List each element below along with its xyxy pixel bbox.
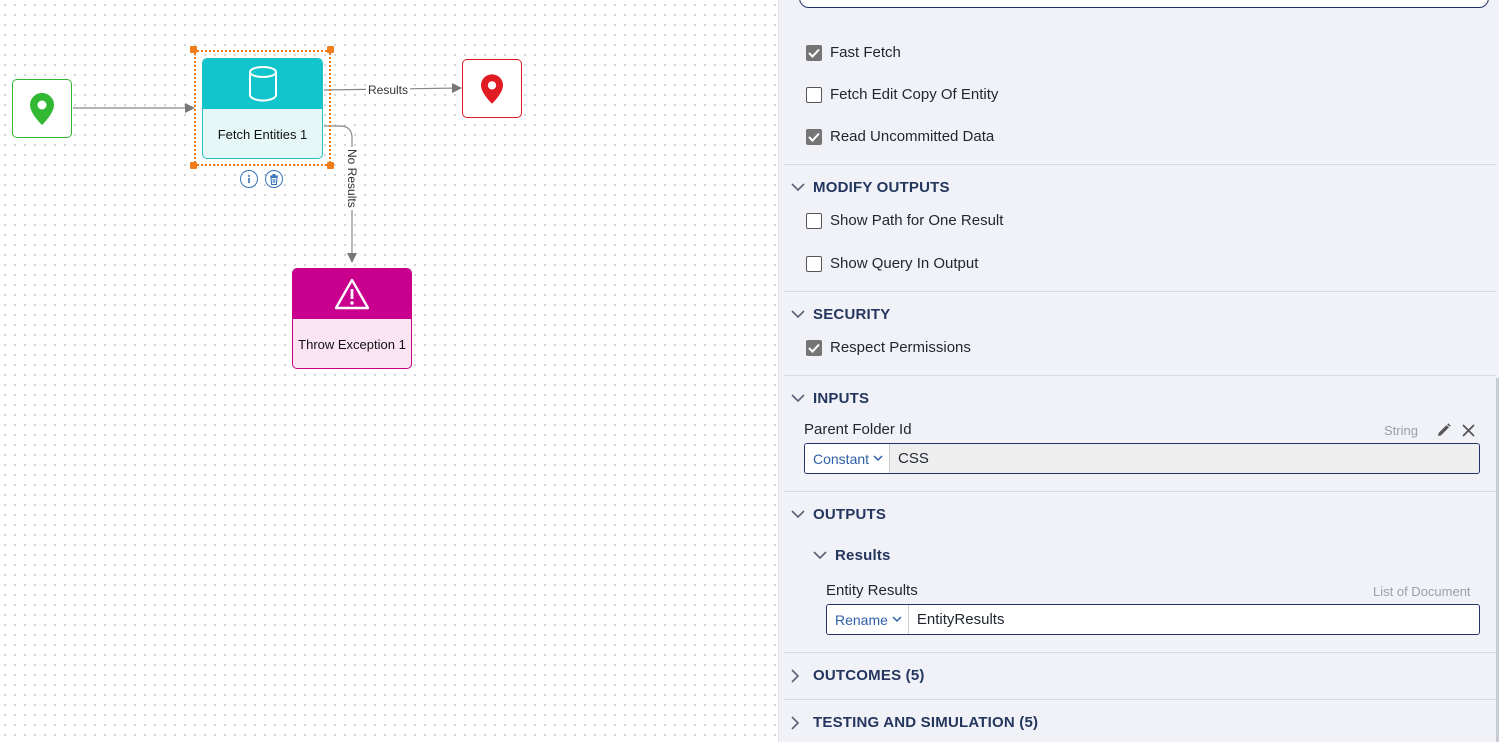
output-type-label: List of Document bbox=[1373, 584, 1471, 599]
flow-canvas[interactable]: Results No Results Fetch Entities 1 Thro… bbox=[0, 0, 778, 742]
divider bbox=[784, 699, 1496, 700]
chevron-right-icon bbox=[791, 668, 800, 683]
parent-folder-id-label: Parent Folder Id bbox=[804, 421, 912, 438]
checkbox[interactable] bbox=[806, 44, 822, 61]
section-inputs[interactable]: INPUTS bbox=[791, 390, 869, 407]
entity-results-input[interactable]: Rename EntityResults bbox=[826, 604, 1480, 635]
section-security[interactable]: SECURITY bbox=[791, 306, 890, 323]
warning-icon bbox=[334, 278, 370, 310]
fetch-edit-copy-option[interactable]: Fetch Edit Copy Of Entity bbox=[806, 86, 998, 103]
resize-handle[interactable] bbox=[190, 162, 197, 169]
top-input-field[interactable] bbox=[799, 0, 1489, 8]
map-pin-icon bbox=[481, 73, 503, 104]
divider bbox=[784, 375, 1496, 376]
throw-node-label: Throw Exception 1 bbox=[298, 336, 406, 352]
respect-permissions-option[interactable]: Respect Permissions bbox=[806, 339, 971, 356]
resize-handle[interactable] bbox=[327, 46, 334, 53]
fetch-node-label: Fetch Entities 1 bbox=[217, 126, 308, 142]
checkbox[interactable] bbox=[806, 212, 822, 229]
end-node[interactable] bbox=[462, 59, 522, 118]
info-icon[interactable] bbox=[240, 170, 258, 188]
chevron-down-icon bbox=[892, 616, 902, 623]
properties-panel: Fast Fetch Fetch Edit Copy Of Entity Rea… bbox=[778, 0, 1499, 742]
chevron-down-icon bbox=[873, 455, 883, 462]
section-outputs[interactable]: OUTPUTS bbox=[791, 506, 886, 523]
close-icon[interactable] bbox=[1459, 421, 1477, 439]
pencil-icon[interactable] bbox=[1434, 421, 1452, 439]
input-mode-select[interactable]: Constant bbox=[805, 444, 891, 473]
resize-handle[interactable] bbox=[190, 46, 197, 53]
section-modify-outputs[interactable]: MODIFY OUTPUTS bbox=[791, 179, 950, 196]
chevron-down-icon bbox=[813, 551, 827, 560]
connectors-layer bbox=[73, 83, 462, 263]
checkbox[interactable] bbox=[806, 339, 822, 356]
checkbox[interactable] bbox=[806, 86, 822, 103]
parent-folder-id-input[interactable]: Constant CSS bbox=[804, 443, 1480, 474]
throw-exception-node[interactable]: Throw Exception 1 bbox=[292, 268, 412, 369]
subsection-results[interactable]: Results bbox=[813, 547, 891, 564]
resize-handle[interactable] bbox=[327, 162, 334, 169]
entity-results-label: Entity Results bbox=[826, 582, 918, 599]
fast-fetch-option[interactable]: Fast Fetch bbox=[806, 44, 901, 61]
divider bbox=[784, 164, 1496, 165]
fetch-entities-node[interactable]: Fetch Entities 1 bbox=[202, 58, 323, 159]
divider bbox=[784, 652, 1496, 653]
chevron-down-icon bbox=[791, 394, 805, 403]
chevron-right-icon bbox=[791, 715, 800, 730]
start-node[interactable] bbox=[12, 79, 72, 138]
input-type-label: String bbox=[1384, 423, 1418, 438]
trash-icon[interactable] bbox=[265, 170, 283, 188]
chevron-down-icon bbox=[791, 183, 805, 192]
fetch-node-header bbox=[203, 59, 322, 109]
results-connector-label: Results bbox=[366, 83, 411, 97]
output-value[interactable]: EntityResults bbox=[908, 605, 1479, 634]
throw-node-header bbox=[293, 269, 411, 319]
checkbox[interactable] bbox=[806, 128, 822, 145]
input-value[interactable]: CSS bbox=[890, 444, 1479, 473]
database-icon bbox=[248, 66, 277, 102]
divider bbox=[784, 491, 1496, 492]
section-testing-simulation[interactable]: TESTING AND SIMULATION (5) bbox=[791, 714, 1038, 731]
show-path-option[interactable]: Show Path for One Result bbox=[806, 212, 1003, 229]
chevron-down-icon bbox=[791, 510, 805, 519]
section-outcomes[interactable]: OUTCOMES (5) bbox=[791, 667, 925, 684]
checkbox[interactable] bbox=[806, 255, 822, 272]
divider bbox=[784, 291, 1496, 292]
output-mode-select[interactable]: Rename bbox=[827, 605, 909, 634]
map-pin-icon bbox=[30, 92, 54, 125]
show-query-option[interactable]: Show Query In Output bbox=[806, 255, 978, 272]
chevron-down-icon bbox=[791, 310, 805, 319]
no-results-connector-label: No Results bbox=[345, 147, 359, 210]
read-uncommitted-option[interactable]: Read Uncommitted Data bbox=[806, 128, 994, 145]
